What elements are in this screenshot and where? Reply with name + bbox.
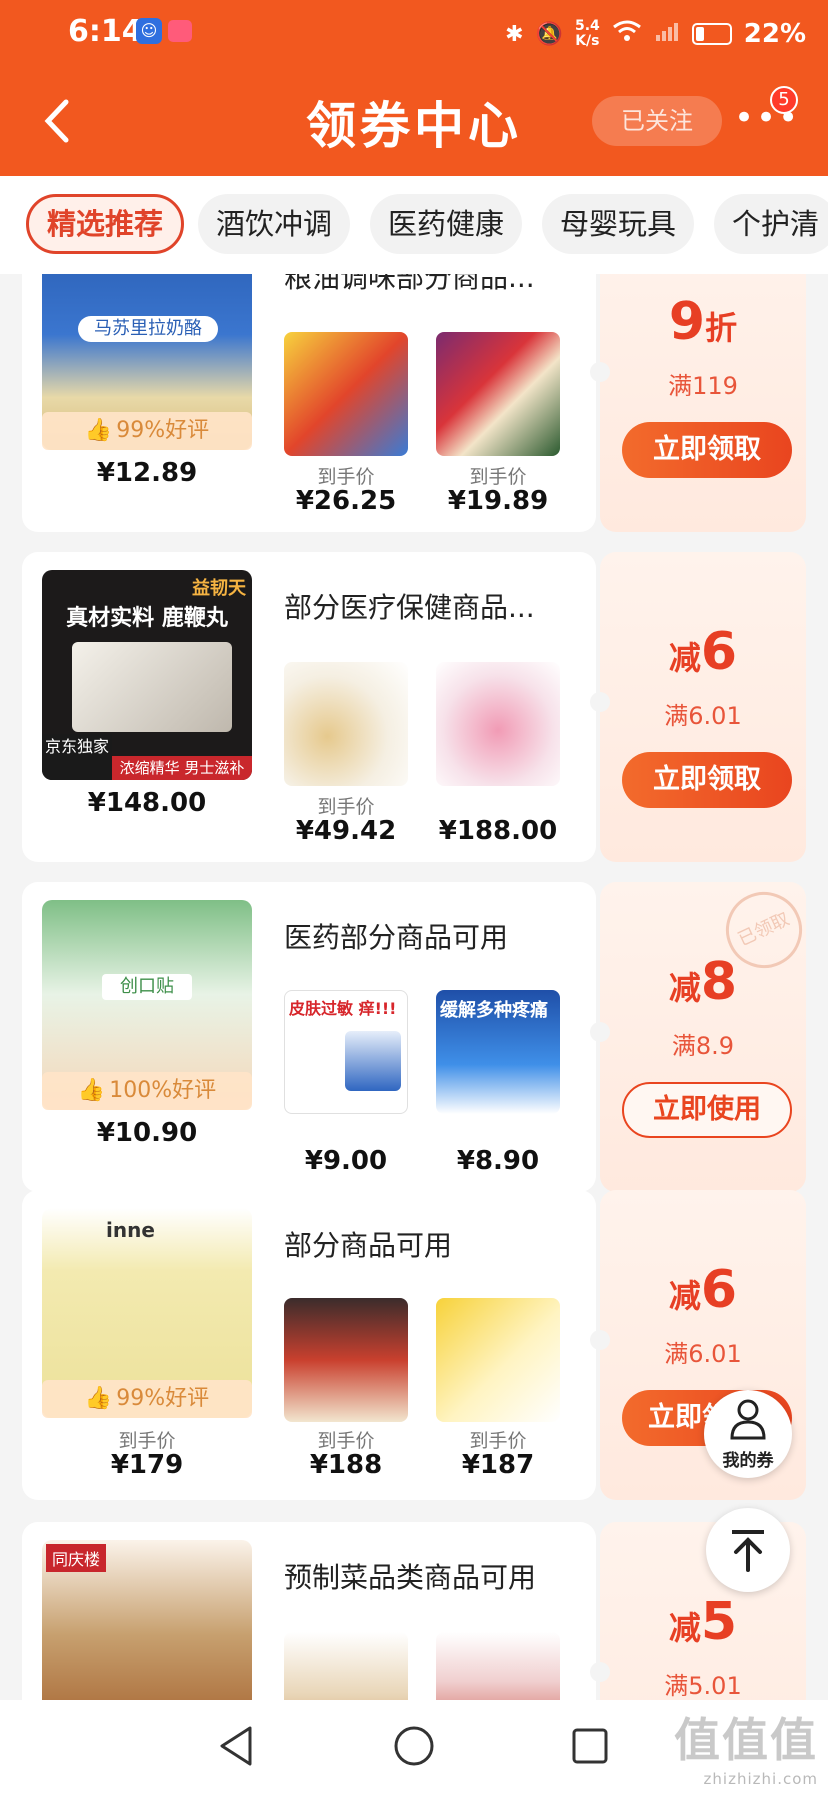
coupon-card-title: 预制菜品类商品可用 — [284, 1561, 537, 1594]
product-image-milk[interactable] — [284, 1298, 408, 1422]
product-image-soy-sauce[interactable] — [436, 332, 560, 456]
coupon-card-title: 部分医疗保健商品... — [284, 591, 535, 624]
product-price: ¥8.90 — [456, 1146, 540, 1176]
final-price-label: 到手价 — [118, 1430, 176, 1452]
product-image-pills[interactable]: 益韧天 真材实料 鹿鞭丸 京东独家 浓缩精华 男士滋补 — [42, 570, 252, 780]
positive-rating: 👍 99%好评 — [42, 412, 252, 450]
coupon-card-products[interactable]: 部分医疗保健商品... 益韧天 真材实料 鹿鞭丸 京东独家 浓缩精华 男士滋补 … — [22, 552, 596, 862]
coupon-card-title: 医药部分商品可用 — [284, 921, 509, 954]
product-image-prepared-dish[interactable]: 同庆楼 — [42, 1540, 252, 1700]
product-price: ¥12.89 — [96, 458, 198, 488]
nav-back-icon[interactable] — [216, 1724, 256, 1768]
positive-rating: 👍 99%好评 — [42, 1380, 252, 1418]
category-tabs: 精选推荐 酒饮冲调 医药健康 母婴玩具 个护清 — [0, 176, 828, 274]
product-image-noodles[interactable] — [284, 332, 408, 456]
product-price: ¥179 — [110, 1450, 184, 1480]
coupon-card: 部分商品可用 inne 👍 99%好评 到手价 ¥179 到手价 ¥188 到手价… — [22, 1190, 806, 1500]
discount-value: 减8 — [668, 952, 738, 1012]
notification-app-icon-2 — [168, 20, 192, 42]
scroll-to-top-button[interactable] — [706, 1508, 790, 1592]
discount-condition: 满119 — [668, 372, 738, 400]
top-nav: 领券中心 已关注 ••• 5 — [0, 68, 828, 176]
arrow-up-icon — [732, 1530, 764, 1572]
battery-icon — [691, 23, 732, 45]
user-icon — [730, 1399, 766, 1440]
nav-home-icon[interactable] — [392, 1724, 436, 1768]
coupon-card-offer: 已领取 减8 满8.9 立即使用 — [590, 879, 815, 1192]
discount-value: 减6 — [668, 1260, 738, 1320]
coupon-card: 预制菜品类商品可用 同庆楼 减5 满5.01 — [22, 1522, 806, 1700]
follow-button[interactable]: 已关注 — [592, 96, 722, 146]
final-price-label: 到手价 — [317, 466, 375, 488]
final-price-label: 到手价 — [469, 1430, 527, 1452]
thumbs-up-icon: 👍 — [84, 1386, 113, 1411]
coupon-card-products[interactable]: 粮油调味部分商品... 马苏里拉奶酪 👍 99%好评 ¥12.89 到手价 ¥26… — [22, 274, 596, 532]
mute-bell-icon: 🔕 — [535, 21, 563, 47]
coupon-card: 医药部分商品可用 创口贴 👍 100%好评 ¥10.90 皮肤过敏 痒!!! ¥9… — [22, 879, 815, 1192]
watermark: 值值值 zhizhizhi.com — [674, 1713, 818, 1788]
coupon-card-offer: 减6 满6.01 立即领取 — [590, 552, 806, 862]
product-price: ¥26.25 — [295, 486, 397, 516]
product-price: ¥49.42 — [295, 816, 397, 846]
tab-baby-toys[interactable]: 母婴玩具 — [542, 194, 695, 254]
product-price: ¥188 — [309, 1450, 383, 1480]
network-speed: 5.4 K/s — [574, 18, 600, 49]
discount-value: 减6 — [668, 622, 738, 682]
final-price-label: 到手价 — [317, 796, 375, 818]
system-nav-bar: 值值值 zhizhizhi.com — [0, 1700, 828, 1794]
product-price: ¥148.00 — [87, 788, 207, 818]
coupon-card: 部分医疗保健商品... 益韧天 真材实料 鹿鞭丸 京东独家 浓缩精华 男士滋补 … — [22, 552, 806, 862]
product-image-dish-2[interactable] — [284, 1632, 408, 1700]
coupon-card-offer: 9折 满119 立即领取 — [590, 274, 806, 532]
coupon-card-products[interactable]: 医药部分商品可用 创口贴 👍 100%好评 ¥10.90 皮肤过敏 痒!!! ¥9… — [22, 882, 596, 1192]
coupon-card-products[interactable]: 预制菜品类商品可用 同庆楼 — [22, 1522, 596, 1700]
my-coupons-label: 我的券 — [722, 1451, 774, 1471]
status-time: 6:14 — [68, 14, 143, 49]
signal-icon — [654, 19, 680, 49]
coupon-card-title: 粮油调味部分商品... — [284, 274, 535, 294]
tab-drinks[interactable]: 酒饮冲调 — [198, 194, 351, 254]
claim-button[interactable]: 立即领取 — [622, 422, 792, 478]
discount-condition: 满6.01 — [664, 1340, 742, 1368]
product-image-herbal[interactable] — [284, 662, 408, 786]
discount-condition: 满8.9 — [671, 1032, 735, 1060]
product-price: ¥19.89 — [447, 486, 549, 516]
final-price-label: 到手价 — [317, 1430, 375, 1452]
discount-value: 减5 — [668, 1592, 738, 1652]
notification-badge: 5 — [770, 86, 798, 114]
tab-personal-care[interactable]: 个护清 — [714, 194, 828, 254]
product-image-dish-3[interactable] — [436, 1632, 560, 1700]
tab-medical[interactable]: 医药健康 — [370, 194, 523, 254]
product-image-supplement[interactable] — [436, 662, 560, 786]
thumbs-up-icon: 👍 — [84, 418, 113, 443]
product-price: ¥187 — [461, 1450, 535, 1480]
wifi-icon — [612, 19, 642, 49]
final-price-label: 到手价 — [469, 466, 527, 488]
coupon-card: 粮油调味部分商品... 马苏里拉奶酪 👍 99%好评 ¥12.89 到手价 ¥26… — [22, 274, 806, 532]
positive-rating: 👍 100%好评 — [42, 1072, 252, 1110]
battery-percent: 22% — [743, 19, 806, 49]
product-image-allergy[interactable]: 皮肤过敏 痒!!! — [284, 990, 408, 1114]
use-now-button[interactable]: 立即使用 — [622, 1082, 792, 1138]
discount-condition: 满6.01 — [664, 702, 742, 730]
product-price: ¥10.90 — [96, 1118, 198, 1148]
discount-condition: 满5.01 — [664, 1672, 742, 1700]
tab-featured[interactable]: 精选推荐 — [26, 194, 185, 254]
coupon-card-products[interactable]: 部分商品可用 inne 👍 99%好评 到手价 ¥179 到手价 ¥188 到手价… — [22, 1190, 596, 1500]
my-coupons-button[interactable]: 我的券 — [704, 1390, 792, 1478]
discount-value: 9折 — [668, 292, 738, 352]
bluetooth-icon: ✱ — [505, 21, 524, 47]
status-bar: 6:14 ☺ ✱ 🔕 5.4 K/s 22% — [0, 0, 828, 68]
product-price: ¥9.00 — [304, 1146, 388, 1176]
thumbs-up-icon: 👍 — [77, 1078, 106, 1103]
notification-app-icon: ☺ — [136, 18, 162, 44]
product-image-painkiller[interactable]: 缓解多种疼痛 — [436, 990, 560, 1114]
claim-button[interactable]: 立即领取 — [622, 752, 792, 808]
nav-recents-icon[interactable] — [570, 1726, 610, 1766]
status-icons: ✱ 🔕 5.4 K/s 22% — [505, 14, 806, 54]
coupon-card-title: 部分商品可用 — [284, 1229, 453, 1262]
coupon-list: 粮油调味部分商品... 马苏里拉奶酪 👍 99%好评 ¥12.89 到手价 ¥26… — [0, 274, 828, 1700]
product-image-biogaia[interactable] — [436, 1298, 560, 1422]
product-price: ¥188.00 — [438, 816, 558, 846]
